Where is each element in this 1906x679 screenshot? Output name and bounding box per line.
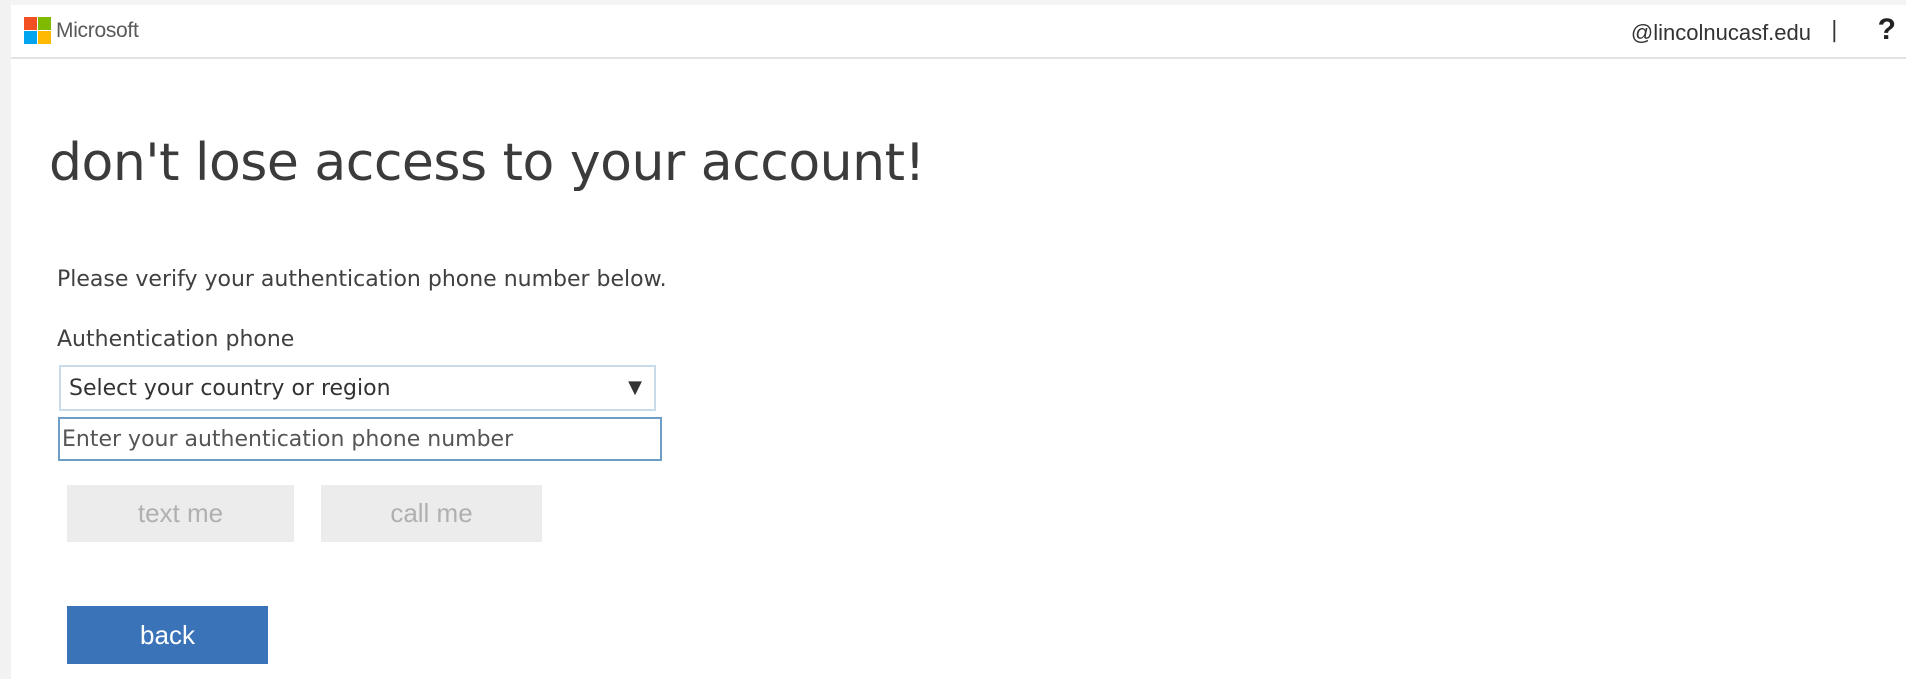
brand-name: Microsoft (56, 18, 139, 42)
help-icon[interactable]: ? (1878, 13, 1896, 47)
microsoft-logo: Microsoft (24, 17, 139, 44)
text-me-button[interactable]: text me (67, 485, 294, 542)
country-select-value: Select your country or region (69, 375, 391, 401)
left-strip (0, 0, 11, 679)
instructions-text: Please verify your authentication phone … (57, 267, 667, 292)
header-bar: Microsoft @lincolnucasf.edu | ? (11, 5, 1906, 59)
call-me-button[interactable]: call me (321, 485, 542, 542)
logo-square-green (38, 17, 51, 30)
logo-square-red (24, 17, 37, 30)
user-email[interactable]: @lincolnucasf.edu (1631, 20, 1811, 46)
back-button[interactable]: back (67, 606, 268, 664)
page: Microsoft @lincolnucasf.edu | ? don't lo… (0, 0, 1906, 679)
dropdown-arrow-icon: ▼ (628, 377, 642, 398)
microsoft-logo-icon (24, 17, 51, 44)
phone-number-input[interactable] (58, 417, 662, 461)
logo-square-yellow (38, 31, 51, 44)
logo-square-blue (24, 31, 37, 44)
header-separator: | (1830, 18, 1838, 43)
country-region-select[interactable]: Select your country or region ▼ (59, 365, 656, 411)
authentication-phone-label: Authentication phone (57, 327, 295, 352)
page-title: don't lose access to your account! (49, 133, 925, 193)
